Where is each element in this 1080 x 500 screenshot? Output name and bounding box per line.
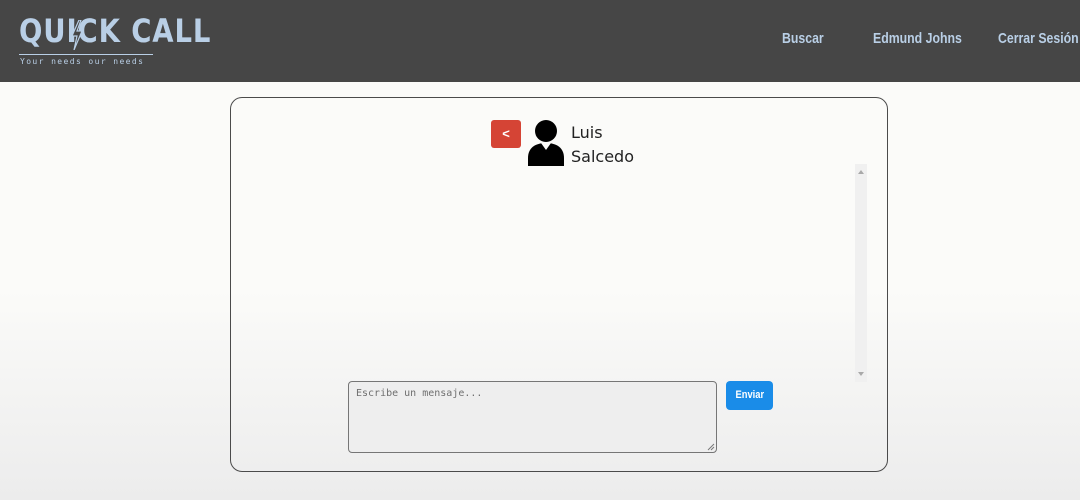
nav-link-logout[interactable]: Cerrar Sesión xyxy=(998,30,1079,47)
message-input[interactable] xyxy=(348,381,717,453)
message-list-scrollbar[interactable] xyxy=(855,164,867,382)
contact-first-name: Luis xyxy=(571,123,603,142)
message-list xyxy=(263,164,853,380)
user-silhouette-icon xyxy=(528,120,564,166)
send-button[interactable]: Enviar xyxy=(726,381,773,410)
nav-link-buscar[interactable]: Buscar xyxy=(782,30,824,47)
contact-name: Luis Salcedo xyxy=(571,121,634,169)
resize-handle-icon[interactable] xyxy=(707,443,715,451)
scroll-up-arrow-icon[interactable] xyxy=(858,170,864,174)
nav-link-user-profile[interactable]: Edmund Johns xyxy=(873,30,962,47)
logo-text: QUICK CALL xyxy=(19,12,212,50)
scroll-down-arrow-icon[interactable] xyxy=(858,372,864,376)
send-button-label: Enviar xyxy=(735,389,764,401)
lightning-icon xyxy=(71,20,83,50)
back-button[interactable]: < xyxy=(491,120,521,148)
logo-divider xyxy=(19,54,153,55)
quick-call-logo[interactable]: QUICK CALL Your needs our needs xyxy=(19,12,210,70)
chat-panel: < Luis Salcedo Enviar xyxy=(230,97,888,472)
logo-tagline: Your needs our needs xyxy=(20,57,145,66)
top-navbar: QUICK CALL Your needs our needs Buscar E… xyxy=(0,0,1080,82)
